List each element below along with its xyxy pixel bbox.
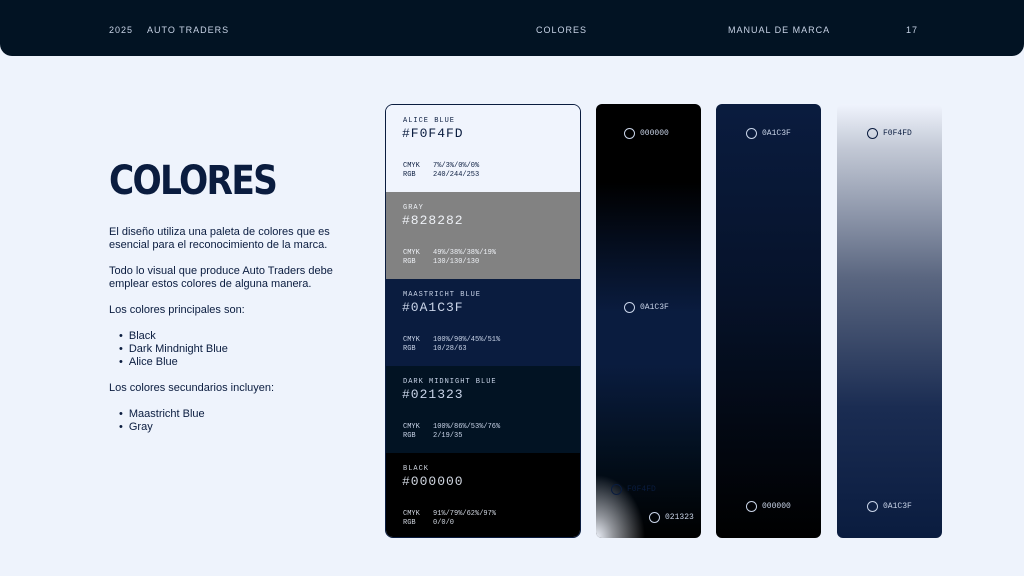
primary-list: Black Dark Mindnight Blue Alice Blue xyxy=(109,330,339,369)
list-item: Maastricht Blue xyxy=(119,408,339,421)
swatch-values: CMYK 100%/86%/53%/76% RGB 2/19/35 xyxy=(403,423,500,441)
circle-icon xyxy=(624,128,635,139)
header-bar: 2025 AUTO TRADERS COLORES MANUAL DE MARC… xyxy=(0,0,1024,56)
swatch-name: BLACK xyxy=(403,465,430,473)
rgb-label: RGB xyxy=(403,432,416,440)
cmyk-label: CMYK xyxy=(403,423,420,431)
swatch-column: ALICE BLUE #F0F4FD CMYK 7%/3%/0%/0% RGB 240… xyxy=(385,104,581,538)
circle-icon xyxy=(746,128,757,139)
stop-label: 000000 xyxy=(762,502,791,511)
secondary-list: Maastricht Blue Gray xyxy=(109,408,339,434)
rgb-label: RGB xyxy=(403,171,416,179)
circle-icon xyxy=(867,501,878,512)
swatch-name: MAASTRICHT BLUE xyxy=(403,291,482,299)
stop-label: F0F4FD xyxy=(627,485,656,494)
swatch-rgb: 2/19/35 xyxy=(433,432,463,440)
cmyk-label: CMYK xyxy=(403,162,420,170)
swatch-rgb: 240/244/253 xyxy=(433,171,480,179)
stop-label: 0A1C3F xyxy=(640,303,669,312)
rgb-label: RGB xyxy=(403,519,416,527)
swatch-hex: #000000 xyxy=(402,474,464,489)
gradient-stop: 0A1C3F xyxy=(746,128,791,139)
primary-heading: Los colores principales son: xyxy=(109,304,245,316)
gradient-stop: F0F4FD xyxy=(867,128,912,139)
body-text: El diseño utiliza una paleta de colores … xyxy=(109,226,339,447)
list-item: Alice Blue xyxy=(119,356,339,369)
rgb-label: RGB xyxy=(403,345,416,353)
swatch-hex: #828282 xyxy=(402,213,464,228)
gradient-stop: F0F4FD xyxy=(611,484,656,495)
circle-icon xyxy=(867,128,878,139)
gradient-blue-black: 0A1C3F 000000 xyxy=(716,104,821,538)
circle-icon xyxy=(624,302,635,313)
circle-icon xyxy=(746,501,757,512)
swatch-rgb: 0/0/0 xyxy=(433,519,455,527)
swatch-cmyk: 49%/38%/38%/19% xyxy=(433,249,497,257)
swatch-black: BLACK #000000 CMYK 91%/79%/62%/97% RGB 0/0/… xyxy=(386,453,580,537)
swatch-cmyk: 91%/79%/62%/97% xyxy=(433,510,497,518)
header-year: 2025 xyxy=(109,25,134,35)
gradient-stop: 0A1C3F xyxy=(867,501,912,512)
swatch-rgb: 130/130/130 xyxy=(433,258,480,266)
intro-paragraph-2: Todo lo visual que produce Auto Traders … xyxy=(109,265,333,290)
cmyk-label: CMYK xyxy=(403,249,420,257)
gradient-black-blue: 000000 0A1C3F F0F4FD 021323 xyxy=(596,104,701,538)
swatch-name: GRAY xyxy=(403,204,424,212)
header-doc: MANUAL DE MARCA xyxy=(728,25,831,35)
swatch-rgb: 10/28/63 xyxy=(433,345,467,353)
swatch-hex: #F0F4FD xyxy=(402,126,464,141)
swatch-hex: #0A1C3F xyxy=(402,300,464,315)
stop-label: 021323 xyxy=(665,513,694,522)
swatch-name: ALICE BLUE xyxy=(403,117,456,125)
header-brand: AUTO TRADERS xyxy=(147,25,230,35)
swatch-name: DARK MIDNIGHT BLUE xyxy=(403,378,497,386)
gradient-alice-blue: F0F4FD 0A1C3F xyxy=(837,104,942,538)
stop-label: F0F4FD xyxy=(883,129,912,138)
stop-label: 0A1C3F xyxy=(883,502,912,511)
swatch-values: CMYK 7%/3%/0%/0% RGB 240/244/253 xyxy=(403,162,479,180)
list-item: Dark Mindnight Blue xyxy=(119,343,339,356)
stop-label: 000000 xyxy=(640,129,669,138)
circle-icon xyxy=(649,512,660,523)
gradient-stop: 021323 xyxy=(649,512,694,523)
gradient-stop: 000000 xyxy=(746,501,791,512)
circle-icon xyxy=(611,484,622,495)
swatch-values: CMYK 91%/79%/62%/97% RGB 0/0/0 xyxy=(403,510,496,528)
gradient-highlight xyxy=(596,104,701,538)
gradient-stop: 000000 xyxy=(624,128,669,139)
swatch-values: CMYK 100%/90%/45%/51% RGB 10/28/63 xyxy=(403,336,500,354)
header-section: COLORES xyxy=(536,25,588,35)
gradient-stop: 0A1C3F xyxy=(624,302,669,313)
intro-paragraph: El diseño utiliza una paleta de colores … xyxy=(109,226,330,251)
swatch-cmyk: 100%/90%/45%/51% xyxy=(433,336,501,344)
swatch-maastricht-blue: MAASTRICHT BLUE #0A1C3F CMYK 100%/90%/45%… xyxy=(386,279,580,366)
swatch-values: CMYK 49%/38%/38%/19% RGB 130/130/130 xyxy=(403,249,496,267)
swatch-hex: #021323 xyxy=(402,387,464,402)
list-item: Black xyxy=(119,330,339,343)
page-title: COLORES xyxy=(109,158,278,204)
swatch-cmyk: 7%/3%/0%/0% xyxy=(433,162,480,170)
stop-label: 0A1C3F xyxy=(762,129,791,138)
swatch-gray: GRAY #828282 CMYK 49%/38%/38%/19% RGB 130/1… xyxy=(386,192,580,279)
list-item: Gray xyxy=(119,421,339,434)
rgb-label: RGB xyxy=(403,258,416,266)
page-number: 17 xyxy=(906,25,919,35)
swatch-cmyk: 100%/86%/53%/76% xyxy=(433,423,501,431)
cmyk-label: CMYK xyxy=(403,336,420,344)
cmyk-label: CMYK xyxy=(403,510,420,518)
swatch-dark-midnight-blue: DARK MIDNIGHT BLUE #021323 CMYK 100%/86%/… xyxy=(386,366,580,453)
secondary-heading: Los colores secundarios incluyen: xyxy=(109,382,275,394)
swatch-alice-blue: ALICE BLUE #F0F4FD CMYK 7%/3%/0%/0% RGB 240… xyxy=(386,105,580,192)
